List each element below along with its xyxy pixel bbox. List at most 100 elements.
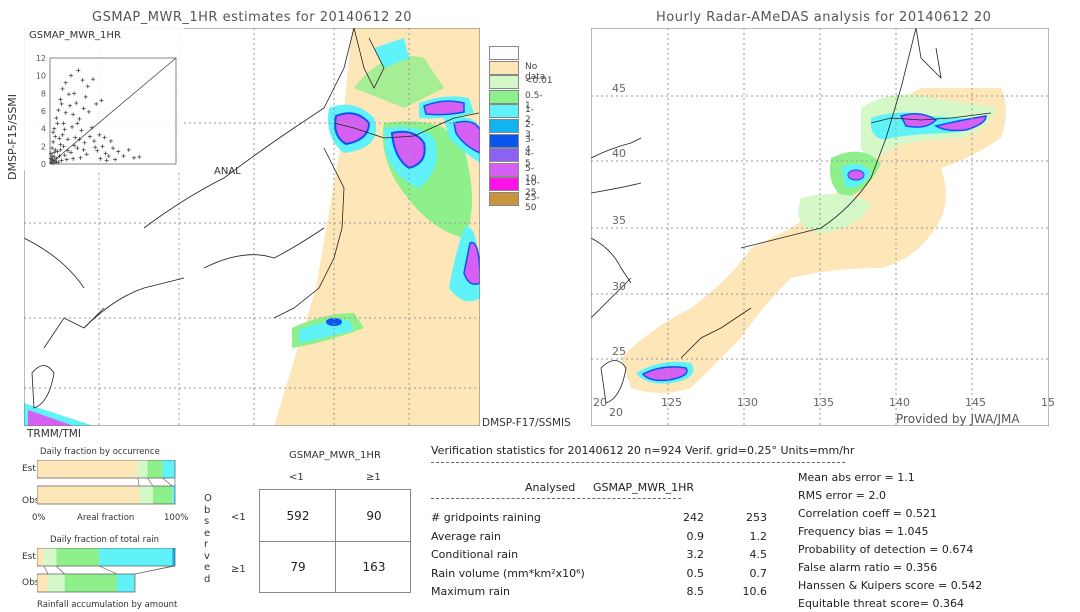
lat-tick-label: 25 [612,345,626,358]
stat-gsmap-value: 0.7 [749,566,768,580]
observed-letter: r [204,539,209,550]
col-analysed: Analysed [525,481,576,494]
left-map-title: GSMAP_MWR_1HR estimates for 20140612 20 [92,10,413,25]
legend-swatch [489,177,519,192]
stat-analysed-value: 8.5 [686,585,705,598]
observed-letter: e [204,562,211,573]
legend-swatch [489,60,519,75]
left-ylabel-sensor: DMSP-F15/SSMI [6,93,19,180]
connector-line [147,477,154,487]
lat-tick-label: 35 [612,214,626,227]
y-tick-label: 8 [41,89,46,98]
col-gsmap: GSMAP_MWR_1HR [593,481,695,494]
score-line: Correlation coeff = 0.521 [798,507,937,520]
bar-segment-obs [172,486,175,504]
x-tick-label: 6 [110,169,115,170]
total-rain-xlabel: Rainfall accumulation by amount [37,600,178,610]
rain-patch [423,100,465,116]
connector-line [98,565,118,575]
credit-text: Provided by JWA/JMA [896,412,1020,426]
legend-swatch [489,46,519,60]
lon-tick-label: 145 [965,396,986,409]
occurrence-x1: 100% [164,513,189,523]
right-map [591,28,1049,426]
col-header-lt1: <1 [289,472,304,483]
occurrence-est-label: Est [22,464,36,474]
bar-segment-est [43,548,57,566]
lat-tick-label: 45 [612,82,626,95]
stat-label: Maximum rain [431,585,510,598]
connector-line [137,477,140,487]
stat-label: # gridpoints raining [431,511,541,524]
x-tick-label: 10 [150,169,160,170]
stat-analysed-value: 0.9 [686,529,705,543]
lon-tick-label: 135 [813,396,834,409]
y-tick-label: 4 [41,125,46,134]
bar-segment-est [137,460,148,478]
contingency-title: GSMAP_MWR_1HR [289,450,381,461]
connector-line [43,565,49,575]
score-line: Equitable threat score= 0.364 [798,597,964,610]
y-tick-label: 6 [41,107,46,116]
score-line: Frequency bias = 1.045 [798,525,929,538]
stat-gsmap-value: 10.6 [742,585,768,598]
legend-swatch [489,119,519,133]
score-line: Probability of detection = 0.674 [798,543,974,556]
stat-analysed-value: 0.5 [686,566,705,580]
bottom-right-sensor: DMSP-F17/SSMIS [482,417,571,429]
lon-tick-label: 20 [593,396,607,409]
stat-gsmap-value: 253 [746,511,767,524]
lon-tick-label: 15 [1041,396,1055,409]
bar-segment-est [172,548,175,566]
cell-obs-lt1-est-ge1: 90 [366,509,382,523]
legend-swatch [489,133,519,148]
total-rain-est-label: Est [22,552,36,562]
scatter-inset: 0 2 4 6 8 10 12 6 8 10 12 [24,28,184,170]
scatter-title: GSMAP_MWR_1HR [29,30,121,41]
contingency-grid: 592 90 79 163 [259,489,411,593]
cell-obs-lt1-est-lt1: 592 [286,509,310,523]
stat-label: Average rain [431,529,501,543]
right-map-title: Hourly Radar-AMeDAS analysis for 2014061… [656,10,992,25]
occurrence-title: Daily fraction by occurrence [40,447,160,457]
y-tick-label: 0 [41,160,46,169]
connector-line [56,565,65,575]
bar-segment-est [147,460,163,478]
lon-tick-label: 140 [889,396,910,409]
bottom-left-sensor: TRMM/TMI [27,428,81,440]
y-tick-label: 10 [36,72,46,81]
cell-obs-ge1-est-lt1: 79 [290,560,306,574]
rain-patch [847,169,865,181]
observed-letter: e [204,527,211,539]
legend-swatch [489,192,519,206]
lon-tick-label: 130 [737,396,758,409]
divider [431,462,845,463]
score-line: Mean abs error = 1.1 [798,471,915,484]
bar-segment-est [99,548,173,566]
occurrence-x0: 0% [32,513,46,523]
bar-segment-obs [152,486,173,504]
x-tick-label: 12 [171,169,181,170]
stat-label: Rain volume (mm*km²x10⁶) [431,566,585,580]
observed-letter: b [204,504,211,516]
bar-segment-obs [48,574,65,592]
stat-analysed-value: 3.2 [686,548,705,561]
score-line: RMS error = 2.0 [798,489,886,502]
bar-segment-obs [37,574,49,592]
row-header-ge1: ≥1 [231,564,246,575]
bar-segment-obs [117,574,135,592]
bar-segment-est [37,460,138,478]
stat-gsmap-value: 1.2 [749,529,768,543]
observed-letter: d [204,573,211,585]
score-line: Hanssen & Kuipers score = 0.542 [798,579,983,592]
total-rain-bars [37,548,176,593]
connector-line [162,477,173,487]
stat-label: Conditional rain [431,548,519,561]
lon-tick-label: 125 [661,396,682,409]
legend-label: 25-50 [525,193,540,213]
lat-tick-label: 40 [612,147,626,160]
legend-swatch [489,104,519,119]
verification-header: Verification statistics for 20140612 20 … [431,444,855,457]
bar-segment-obs [139,486,153,504]
occurrence-bars [37,460,176,505]
